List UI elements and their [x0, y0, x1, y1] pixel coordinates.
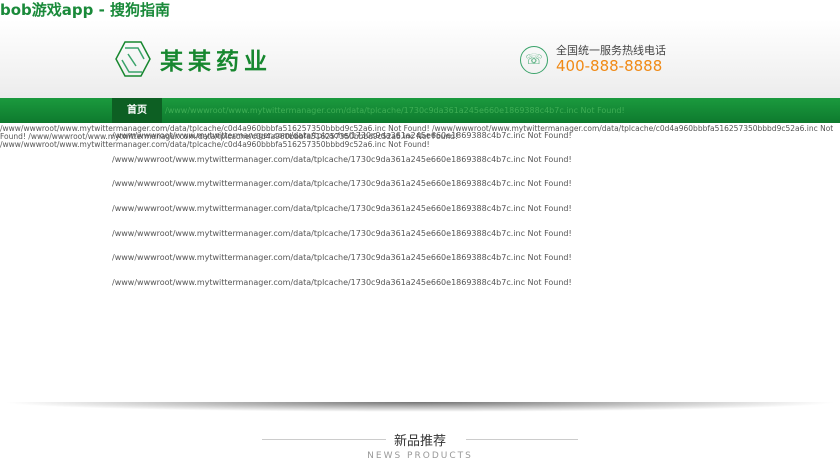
nav-home[interactable]: 首页	[112, 98, 162, 123]
phone-icon: ☏	[520, 45, 548, 74]
section-title: 新品推荐	[393, 434, 446, 449]
section-subtitle: NEWS PRODUCTS	[367, 451, 473, 461]
nav-error-text: /www/wwwroot/www.mytwittermanager.com/da…	[165, 106, 625, 115]
logo-icon	[115, 41, 151, 77]
error-text: /www/wwwroot/www.mytwittermanager.com/da…	[112, 204, 572, 213]
error-text: /www/wwwroot/www.mytwittermanager.com/da…	[112, 131, 572, 140]
nav-bar: 首页 /www/wwwroot/www.mytwittermanager.com…	[0, 98, 840, 123]
phone-number: 400-888-8888	[556, 57, 663, 75]
logo[interactable]: 某某药业	[114, 40, 272, 78]
error-text: /www/wwwroot/www.mytwittermanager.com/da…	[112, 155, 572, 164]
error-text: /www/wwwroot/www.mytwittermanager.com/da…	[112, 253, 572, 262]
phone-hotline: ☏ 全国统一服务热线电话 400-888-8888	[520, 44, 666, 75]
error-text: /www/wwwroot/www.mytwittermanager.com/da…	[112, 229, 572, 238]
error-text: /www/wwwroot/www.mytwittermanager.com/da…	[112, 179, 572, 188]
section-shadow	[0, 402, 840, 412]
phone-label: 全国统一服务热线电话	[556, 44, 666, 57]
logo-text: 某某药业	[160, 49, 272, 75]
page-title: bob游戏app - 搜狗指南	[0, 1, 171, 19]
error-text: /www/wwwroot/www.mytwittermanager.com/da…	[112, 278, 572, 287]
